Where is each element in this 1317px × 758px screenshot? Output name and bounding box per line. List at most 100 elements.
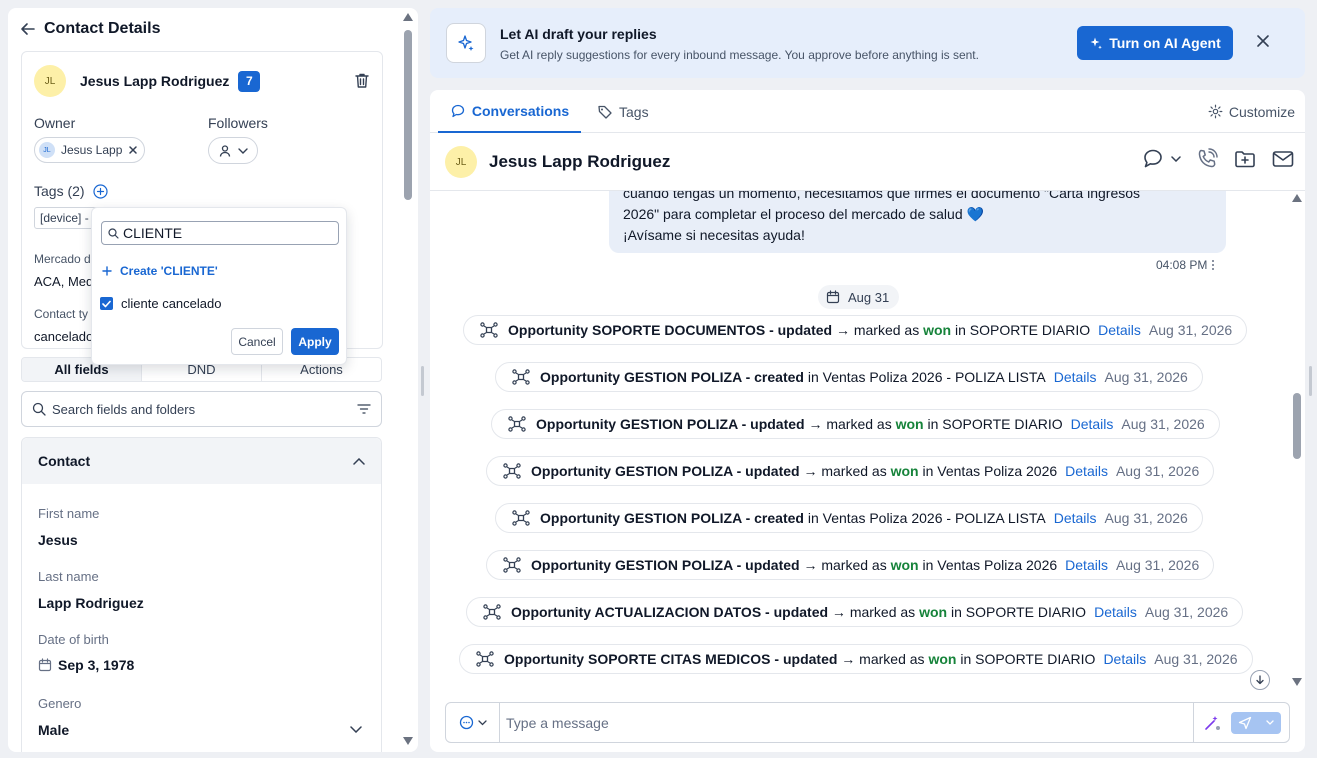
activity-title: Opportunity GESTION POLIZA - created [540,369,804,385]
avatar: JL [445,146,477,178]
channel-selector[interactable] [1141,147,1181,171]
composer-channel-selector[interactable] [446,703,500,742]
dob-value: Sep 3, 1978 [58,657,135,673]
panel-resize-handle[interactable] [1309,366,1312,396]
contact-section-header[interactable]: Contact [22,438,381,484]
back-arrow-icon[interactable] [20,21,36,37]
activity-arrow-text: → marked as [832,322,924,338]
activity-pipeline: in SOPORTE DIARIO [923,416,1063,432]
details-link[interactable]: Details [1065,557,1108,573]
turn-on-ai-agent-label: Turn on AI Agent [1109,35,1221,51]
activity-pipeline: in Ventas Poliza 2026 [918,463,1058,479]
dob-label: Date of birth [38,632,109,647]
tag-search-input[interactable] [123,225,323,241]
details-link[interactable]: Details [1103,651,1146,667]
message-line: 2026" para completar el proceso del merc… [623,206,984,222]
send-button[interactable] [1231,711,1281,734]
opportunity-icon [480,322,498,338]
scroll-thumb[interactable] [1293,393,1301,459]
details-link[interactable]: Details [1054,510,1097,526]
sparkle-icon [446,23,486,63]
activity-pipeline: in Ventas Poliza 2026 [918,557,1058,573]
search-fields-box [21,391,382,427]
tab-tags-label: Tags [619,103,649,120]
ai-assist-button[interactable] [1193,703,1229,742]
left-scrollbar[interactable] [398,8,418,752]
owner-label: Owner [34,115,76,131]
details-link[interactable]: Details [1054,369,1097,385]
banner-title: Let AI draft your replies [500,26,657,42]
dob-field[interactable]: Sep 3, 1978 [38,657,134,673]
chevron-down-icon[interactable] [1266,720,1274,725]
turn-on-ai-agent-button[interactable]: Turn on AI Agent [1077,26,1233,60]
activity-date: Aug 31, 2026 [1104,510,1188,526]
activity-pipeline: in SOPORTE DIARIO [947,604,1087,620]
owner-chip[interactable]: JL Jesus Lapp [34,137,146,163]
tag-option[interactable]: cliente cancelado [100,296,221,311]
apply-button[interactable]: Apply [291,328,339,355]
message-bubble[interactable]: cuando tengas un momento, necesitamos qu… [609,191,1226,253]
create-tag-option[interactable]: Create 'CLIENTE' [102,264,218,278]
activity-title: Opportunity SOPORTE DOCUMENTOS - updated [508,322,833,338]
activity-item: Opportunity SOPORTE CITAS MEDICOS - upda… [459,644,1253,674]
chevron-down-icon [1171,156,1181,162]
add-folder-icon[interactable] [1233,147,1257,171]
plus-circle-icon[interactable] [92,183,108,199]
search-fields-input[interactable] [52,401,351,417]
scroll-to-bottom-button[interactable] [1250,670,1270,690]
ai-banner: Let AI draft your replies Get AI reply s… [430,8,1305,78]
activity-status: won [895,416,924,432]
conversation-header: JL Jesus Lapp Rodriguez [430,133,1305,191]
activity-arrow-text: → marked as [799,463,891,479]
scroll-down-icon[interactable] [402,736,414,746]
scroll-up-icon[interactable] [1291,193,1303,203]
checkbox-checked-icon[interactable] [100,297,113,310]
owner-name: Jesus Lapp [61,143,123,157]
filter-icon[interactable] [357,403,371,415]
activity-item: Opportunity GESTION POLIZA - updated → m… [491,409,1220,439]
panel-resize-handle[interactable] [421,366,424,396]
details-link[interactable]: Details [1071,416,1114,432]
tag-option-label: cliente cancelado [121,296,222,311]
gear-icon [1208,104,1223,119]
tag-search-box [101,221,339,245]
conversation-panel: Conversations Tags Customize JL Jesus La… [430,90,1305,752]
conversation-scrollbar[interactable] [1289,191,1305,699]
page-title: Contact Details [44,20,161,37]
details-link[interactable]: Details [1094,604,1137,620]
arrow-down-icon [1255,675,1265,685]
last-name-value[interactable]: Lapp Rodriguez [38,595,144,611]
chevron-up-icon[interactable] [353,457,365,465]
section-title: Contact [38,453,91,469]
count-badge[interactable]: 7 [238,70,261,92]
phone-icon[interactable] [1195,147,1219,171]
user-icon [218,144,232,158]
details-link[interactable]: Details [1065,463,1108,479]
genero-value[interactable]: Male [38,722,69,738]
trash-icon[interactable] [354,72,370,89]
tab-conversations[interactable]: Conversations [438,90,581,133]
scroll-down-icon[interactable] [1291,677,1303,687]
search-icon [32,402,46,416]
activity-title: Opportunity GESTION POLIZA - created [540,510,804,526]
mail-icon[interactable] [1271,147,1295,171]
customize-button[interactable]: Customize [1208,90,1295,133]
followers-dropdown[interactable] [208,137,258,164]
activity-title: Opportunity GESTION POLIZA - updated [536,416,805,432]
message-thread: cuando tengas un momento, necesitamos qu… [430,191,1305,699]
message-time: 04:08 PM [1156,258,1208,272]
scroll-up-icon[interactable] [402,12,414,22]
message-input[interactable] [500,703,1193,742]
avatar: JL [34,65,66,97]
first-name-value[interactable]: Jesus [38,532,78,548]
followers-label: Followers [208,115,268,131]
close-icon[interactable] [1256,34,1270,48]
tab-tags[interactable]: Tags [597,90,649,133]
close-icon[interactable] [128,145,138,155]
details-link[interactable]: Details [1098,322,1141,338]
contact-section: Contact First name Jesus Last name Lapp … [21,437,382,752]
cancel-button[interactable]: Cancel [231,328,283,355]
more-vertical-icon[interactable] [1211,259,1215,271]
scroll-thumb[interactable] [404,30,412,200]
chevron-down-icon[interactable] [350,726,362,733]
